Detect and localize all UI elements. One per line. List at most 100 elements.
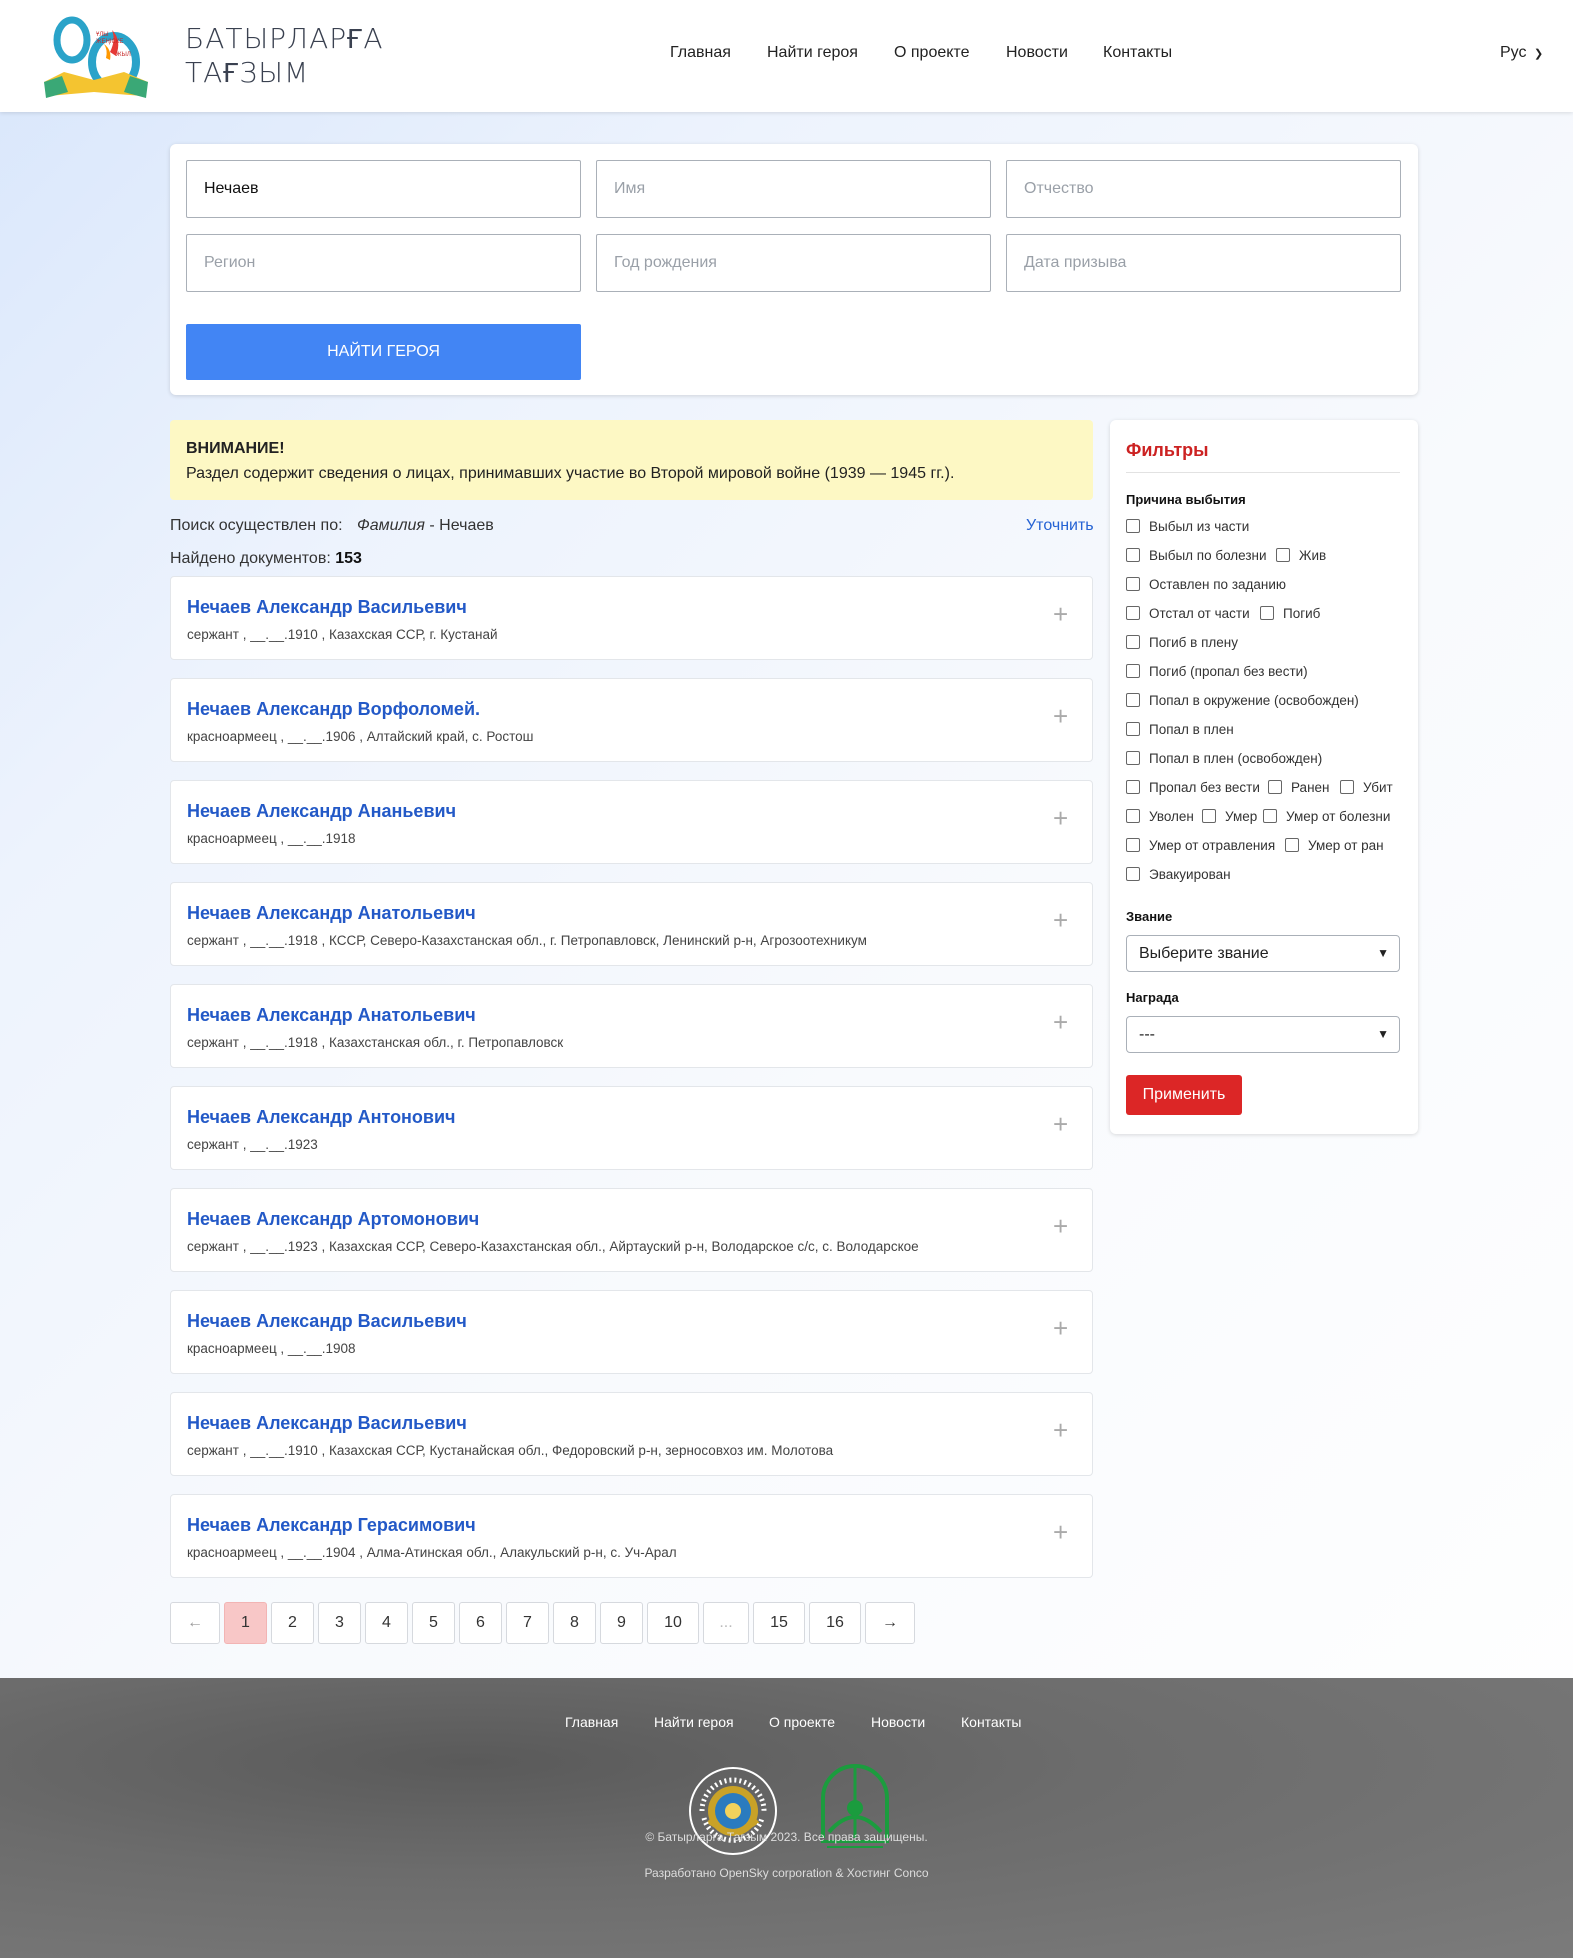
filter-checkbox[interactable]: Пропал без вести [1126,780,1260,795]
page-button-4[interactable]: 4 [365,1602,408,1644]
page-button-9[interactable]: 9 [600,1602,643,1644]
rank-select[interactable]: Выберите звание ▼ [1126,935,1400,972]
filter-checkbox[interactable]: Попал в плен (освобожден) [1126,751,1322,766]
checkbox-box[interactable] [1276,548,1290,562]
footer-nav-home[interactable]: Главная [565,1714,618,1730]
filter-checkbox[interactable]: Попал в плен [1126,722,1234,737]
page-button-2[interactable]: 2 [271,1602,314,1644]
page-button-15[interactable]: 15 [753,1602,805,1644]
checkbox-box[interactable] [1126,809,1140,823]
filter-checkbox[interactable]: Оставлен по заданию [1126,577,1286,592]
checkbox-box[interactable] [1126,780,1140,794]
chevron-down-icon: ▼ [1377,946,1389,960]
expand-plus-icon[interactable]: + [1053,1211,1068,1242]
filter-checkbox[interactable]: Ранен [1268,780,1329,795]
prev-page-button[interactable]: ← [170,1602,220,1644]
filter-checkbox[interactable]: Погиб в плену [1126,635,1238,650]
filter-checkbox[interactable]: Выбыл из части [1126,519,1249,534]
filter-checkbox[interactable]: Попал в окружение (освобожден) [1126,693,1359,708]
footer-nav-news[interactable]: Новости [871,1714,925,1730]
filter-checkbox[interactable]: Умер от ран [1285,838,1384,853]
result-name-link[interactable]: Нечаев Александр Васильевич [187,597,467,618]
result-name-link[interactable]: Нечаев Александр Анатольевич [187,1005,476,1026]
checkbox-box[interactable] [1126,635,1140,649]
result-name-link[interactable]: Нечаев Александр Анатольевич [187,903,476,924]
expand-plus-icon[interactable]: + [1053,1313,1068,1344]
expand-plus-icon[interactable]: + [1053,1517,1068,1548]
result-name-link[interactable]: Нечаев Александр Ворфоломей. [187,699,480,720]
checkbox-box[interactable] [1126,664,1140,678]
filter-checkbox[interactable]: Погиб (пропал без вести) [1126,664,1308,679]
checkbox-box[interactable] [1126,722,1140,736]
surname-input[interactable]: Нечаев [186,160,581,218]
refine-link[interactable]: Уточнить [1026,517,1094,535]
language-label: Рус [1500,44,1527,61]
footer-nav-contacts[interactable]: Контакты [961,1714,1021,1730]
filter-checkbox[interactable]: Убит [1340,780,1393,795]
checkbox-box[interactable] [1126,867,1140,881]
result-name-link[interactable]: Нечаев Александр Васильевич [187,1311,467,1332]
filter-checkbox[interactable]: Выбыл по болезни [1126,548,1267,563]
nav-about[interactable]: О проекте [894,44,969,62]
checkbox-box[interactable] [1126,577,1140,591]
checkbox-box[interactable] [1126,693,1140,707]
filter-checkbox[interactable]: Уволен [1126,809,1194,824]
patronymic-input[interactable]: Отчество [1006,160,1401,218]
expand-plus-icon[interactable]: + [1053,701,1068,732]
filter-checkbox[interactable]: Отстал от части [1126,606,1250,621]
result-name-link[interactable]: Нечаев Александр Антонович [187,1107,456,1128]
checkbox-box[interactable] [1263,809,1277,823]
result-name-link[interactable]: Нечаев Александр Артомонович [187,1209,479,1230]
apply-filters-button[interactable]: Применить [1126,1075,1242,1115]
checkbox-box[interactable] [1126,548,1140,562]
checkbox-box[interactable] [1260,606,1274,620]
checkbox-box[interactable] [1126,751,1140,765]
checkbox-box[interactable] [1340,780,1354,794]
expand-plus-icon[interactable]: + [1053,1007,1068,1038]
expand-plus-icon[interactable]: + [1053,803,1068,834]
expand-plus-icon[interactable]: + [1053,1109,1068,1140]
birth-year-input[interactable]: Год рождения [596,234,991,292]
page-button-8[interactable]: 8 [553,1602,596,1644]
result-name-link[interactable]: Нечаев Александр Ананьевич [187,801,456,822]
nav-contacts[interactable]: Контакты [1103,44,1172,62]
checkbox-box[interactable] [1202,809,1216,823]
nav-home[interactable]: Главная [670,44,731,62]
next-page-button[interactable]: → [865,1602,915,1644]
footer-nav-find-hero[interactable]: Найти героя [654,1714,734,1730]
draft-date-input[interactable]: Дата призыва [1006,234,1401,292]
filter-checkbox[interactable]: Умер от болезни [1263,809,1390,824]
nav-news[interactable]: Новости [1006,44,1068,62]
page-button-10[interactable]: 10 [647,1602,699,1644]
region-input[interactable]: Регион [186,234,581,292]
checkbox-box[interactable] [1285,838,1299,852]
page-button-16[interactable]: 16 [809,1602,861,1644]
checkbox-box[interactable] [1268,780,1282,794]
result-name-link[interactable]: Нечаев Александр Васильевич [187,1413,467,1434]
filter-checkbox[interactable]: Умер от отравления [1126,838,1275,853]
page-button-5[interactable]: 5 [412,1602,455,1644]
page-button-7[interactable]: 7 [506,1602,549,1644]
expand-plus-icon[interactable]: + [1053,905,1068,936]
name-input[interactable]: Имя [596,160,991,218]
checkbox-box[interactable] [1126,606,1140,620]
result-name-link[interactable]: Нечаев Александр Герасимович [187,1515,476,1536]
find-hero-button[interactable]: НАЙТИ ГЕРОЯ [186,324,581,380]
checkbox-box[interactable] [1126,519,1140,533]
nav-find-hero[interactable]: Найти героя [767,44,858,62]
filter-checkbox[interactable]: Умер [1202,809,1257,824]
footer-nav-about[interactable]: О проекте [769,1714,835,1730]
filter-checkbox[interactable]: Жив [1276,548,1326,563]
award-select-value: --- [1139,1026,1155,1043]
page-button-3[interactable]: 3 [318,1602,361,1644]
page-button-1[interactable]: 1 [224,1602,267,1644]
page-button-6[interactable]: 6 [459,1602,502,1644]
language-switcher[interactable]: Рус ❯ [1500,44,1543,62]
alert-text: Раздел содержит сведения о лицах, приним… [186,465,955,482]
checkbox-box[interactable] [1126,838,1140,852]
award-select[interactable]: --- ▼ [1126,1016,1400,1053]
filter-checkbox[interactable]: Эвакуирован [1126,867,1231,882]
filter-checkbox[interactable]: Погиб [1260,606,1320,621]
expand-plus-icon[interactable]: + [1053,599,1068,630]
expand-plus-icon[interactable]: + [1053,1415,1068,1446]
